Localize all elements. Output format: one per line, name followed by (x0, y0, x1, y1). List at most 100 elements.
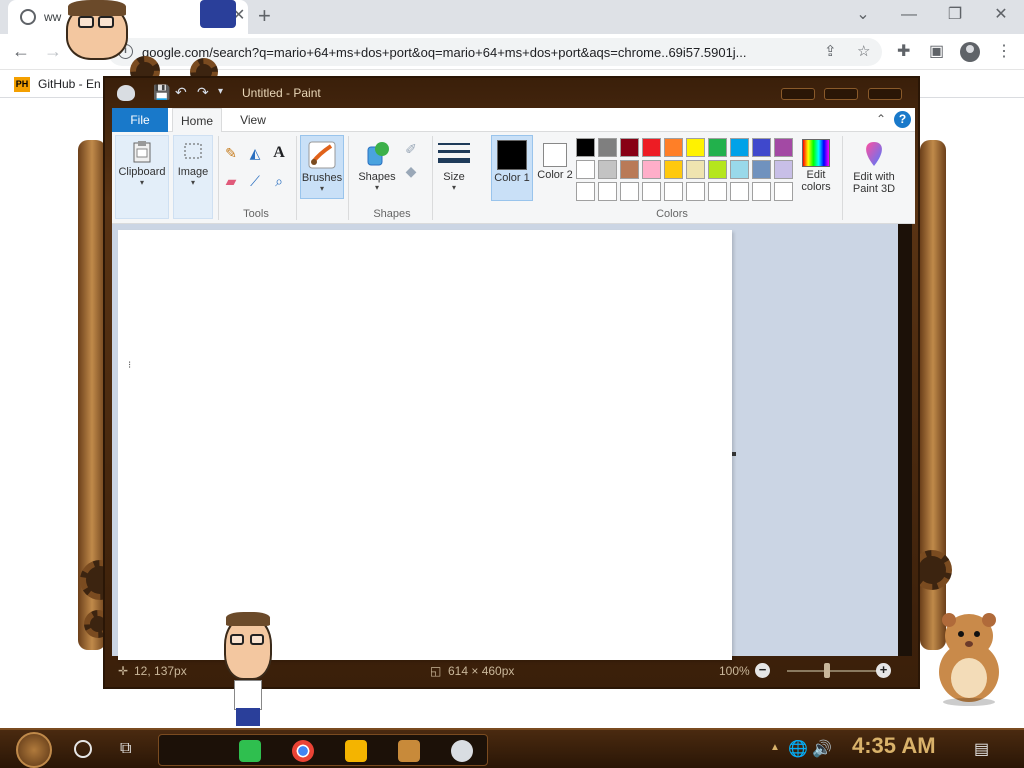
palette-swatch[interactable] (642, 160, 661, 179)
clipboard-icon (133, 141, 151, 163)
palette-swatch[interactable] (774, 182, 793, 201)
palette-swatch[interactable] (774, 138, 793, 157)
menu-kebab-icon[interactable]: ⋮ (996, 43, 1012, 61)
paint-maximize-button[interactable] (824, 88, 858, 100)
palette-swatch[interactable] (730, 160, 749, 179)
bookmark-star-icon[interactable]: ☆ (857, 43, 870, 61)
bookmark-github[interactable]: GitHub - En (38, 77, 101, 91)
outline-icon[interactable]: ✐ (402, 140, 420, 158)
save-icon[interactable]: 💾 (153, 84, 170, 100)
task-view-icon[interactable]: ⧉ (120, 739, 131, 759)
paint-minimize-button[interactable] (781, 88, 815, 100)
tab-home[interactable]: Home (172, 108, 222, 132)
palette-swatch[interactable] (598, 160, 617, 179)
brushes-button[interactable]: Brushes ▾ (300, 135, 344, 199)
palette-swatch[interactable] (752, 182, 771, 201)
search-icon[interactable] (74, 740, 92, 758)
zoom-slider[interactable] (787, 670, 877, 672)
zoom-out-button[interactable]: − (755, 663, 770, 678)
tab-view[interactable]: View (230, 108, 276, 132)
address-url[interactable]: google.com/search?q=mario+64+ms+dos+port… (142, 45, 812, 60)
size-button[interactable]: Size ▾ (434, 135, 474, 199)
pencil-icon[interactable]: ✎ (222, 144, 240, 162)
file-explorer-icon[interactable] (345, 740, 367, 762)
color1-button[interactable]: Color 1 (491, 135, 533, 201)
palette-swatch[interactable] (686, 160, 705, 179)
palette-swatch[interactable] (576, 138, 595, 157)
palette-swatch[interactable] (576, 160, 595, 179)
magnifier-icon[interactable]: ⌕ (270, 172, 288, 190)
notifications-icon[interactable]: ▤ (974, 739, 989, 759)
palette-swatch[interactable] (620, 182, 639, 201)
glasses-icon (230, 634, 244, 645)
palette-swatch[interactable] (752, 138, 771, 157)
palette-swatch[interactable] (708, 182, 727, 201)
zoom-in-button[interactable]: + (876, 663, 891, 678)
back-button[interactable]: ← (12, 41, 30, 61)
chrome-app-icon[interactable] (292, 740, 314, 762)
palette-swatch[interactable] (664, 182, 683, 201)
color1-swatch (497, 140, 527, 170)
share-icon[interactable]: ⇪ (824, 43, 837, 61)
palette-swatch[interactable] (620, 138, 639, 157)
collapse-ribbon-icon[interactable]: ⌃ (876, 112, 886, 126)
palette-swatch[interactable] (642, 138, 661, 157)
image-button[interactable]: Image ▾ (173, 135, 213, 219)
customize-quick-access-icon[interactable]: ▾ (218, 84, 223, 100)
close-window-button[interactable]: ✕ (989, 6, 1013, 24)
palette-swatch[interactable] (708, 138, 727, 157)
line-size-icon (438, 143, 470, 163)
edit-with-paint3d-button[interactable]: Edit with Paint 3D (845, 135, 903, 199)
restore-button[interactable]: ❐ (943, 6, 967, 24)
paint-close-button[interactable] (868, 88, 902, 100)
new-tab-button[interactable]: + (258, 4, 271, 28)
shape-fill-icon[interactable]: ◆ (402, 162, 420, 180)
palette-swatch[interactable] (642, 182, 661, 201)
palette-swatch[interactable] (664, 160, 683, 179)
tab-file[interactable]: File (112, 108, 168, 132)
paint-app-icon[interactable] (117, 85, 135, 101)
extensions-icon[interactable]: ✚ (897, 43, 910, 61)
color2-button[interactable]: Color 2 (534, 135, 576, 201)
palette-swatch[interactable] (598, 138, 617, 157)
address-bar[interactable]: i google.com/search?q=mario+64+ms+dos+po… (108, 38, 882, 66)
show-hidden-icons-icon[interactable]: ▲ (770, 742, 780, 753)
text-tool-icon[interactable]: A (270, 144, 288, 162)
palette-swatch[interactable] (598, 182, 617, 201)
notes-app-icon[interactable] (239, 740, 261, 762)
globe-icon[interactable]: 🌐 (788, 739, 808, 759)
palette-swatch[interactable] (730, 182, 749, 201)
edit-colors-button[interactable]: Edit colors (793, 135, 839, 199)
cartoon-hair (68, 0, 126, 16)
start-button[interactable] (16, 732, 52, 768)
paint-app-icon[interactable] (451, 740, 473, 762)
palette-swatch[interactable] (686, 182, 705, 201)
clipboard-button[interactable]: Clipboard ▾ (115, 135, 169, 219)
palette-swatch[interactable] (708, 160, 727, 179)
undo-icon[interactable]: ↶ (175, 84, 187, 100)
palette-swatch[interactable] (752, 160, 771, 179)
redo-icon[interactable]: ↷ (197, 84, 209, 100)
tab-search-button[interactable]: ⌄ (851, 6, 875, 24)
taskbar-clock[interactable]: 4:35 AM (852, 733, 936, 759)
palette-swatch[interactable] (576, 182, 595, 201)
palette-swatch[interactable] (774, 160, 793, 179)
palette-swatch[interactable] (620, 160, 639, 179)
minimize-button[interactable]: — (897, 6, 921, 24)
palette-swatch[interactable] (686, 138, 705, 157)
palette-swatch[interactable] (664, 138, 683, 157)
game-app-icon[interactable] (398, 740, 420, 762)
help-icon[interactable]: ? (894, 111, 911, 128)
canvas-resize-handle[interactable] (732, 452, 736, 456)
zoom-slider-thumb[interactable] (824, 663, 830, 678)
shapes-button[interactable]: Shapes ▾ (352, 135, 402, 199)
fill-bucket-icon[interactable]: ◭ (246, 144, 264, 162)
eraser-icon[interactable]: ▰ (222, 172, 240, 190)
palette-swatch[interactable] (730, 138, 749, 157)
side-panel-icon[interactable]: ▣ (929, 43, 944, 61)
color-picker-icon[interactable]: ⟋ (246, 172, 264, 190)
drawing-canvas[interactable]: ⁝ (118, 230, 732, 660)
profile-avatar-icon[interactable] (960, 42, 980, 62)
vertical-scrollbar[interactable] (898, 224, 912, 656)
volume-icon[interactable]: 🔊 (812, 739, 832, 759)
